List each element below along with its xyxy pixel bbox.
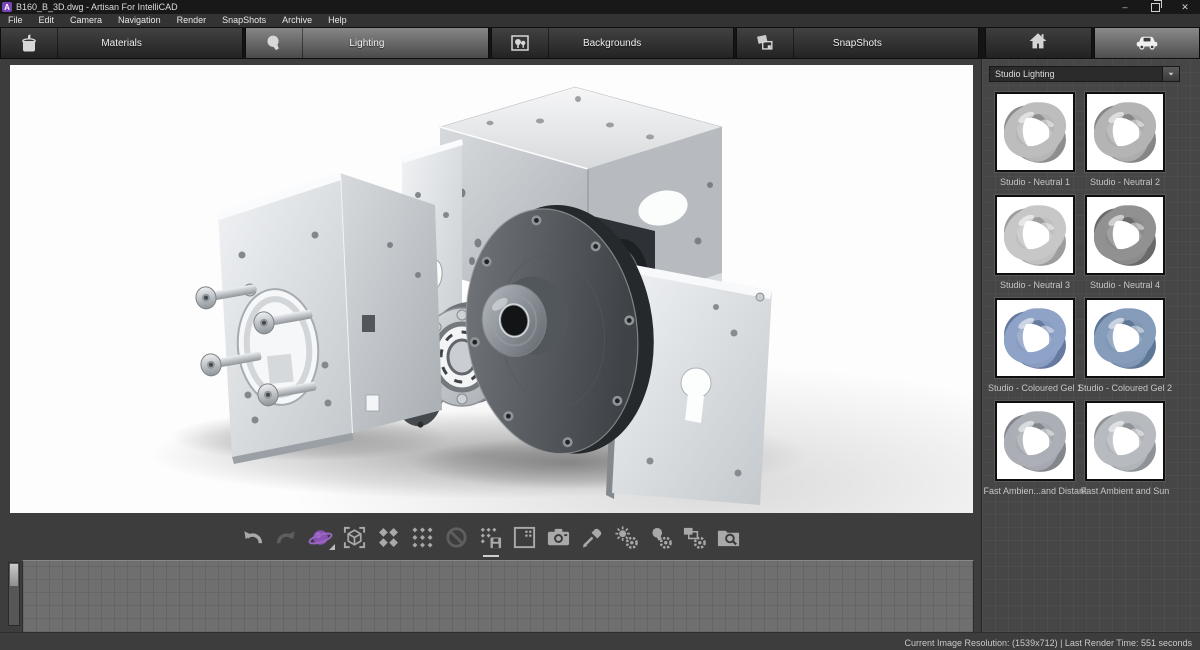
menu-edit[interactable]: Edit [31,14,63,27]
vehicle-button[interactable] [1094,27,1200,59]
lighting-preset-5[interactable]: Studio - Coloured Gel 1 [994,298,1076,393]
close-button[interactable]: ✕ [1170,0,1200,14]
menu-archive[interactable]: Archive [274,14,320,27]
snapshot-filmstrip[interactable] [22,560,974,633]
statusbar: Current Image Resolution: (1539x712) | L… [0,632,1200,650]
tab-label: Backgrounds [583,38,641,49]
lighting-thumbnail-grid: Studio - Neutral 1 Studio - Neutral 2 Stud… [994,92,1166,496]
lighting-preset-label: Studio - Neutral 4 [1090,280,1160,290]
menu-camera[interactable]: Camera [62,14,110,27]
tab-backgrounds[interactable]: Backgrounds [491,27,734,59]
landscape-image-icon [492,28,549,58]
maximize-button[interactable] [1140,0,1170,14]
save-render-icon[interactable] [478,524,504,550]
menubar: FileEditCameraNavigationRenderSnapShotsA… [0,14,1200,28]
redo-icon[interactable] [274,524,300,550]
lighting-preset-thumbnail[interactable] [1085,298,1165,378]
render-image [10,65,973,513]
window-title: B160_B_3D.dwg - Artisan For IntelliCAD [16,2,178,12]
tab-label: SnapShots [833,38,882,49]
lighting-preset-thumbnail[interactable] [995,401,1075,481]
lighting-preset-thumbnail[interactable] [995,298,1075,378]
lighting-preset-3[interactable]: Studio - Neutral 3 [994,195,1076,290]
tab-label: Lighting [349,38,384,49]
scene-settings-icon[interactable] [682,524,708,550]
window-controls: – ✕ [1110,0,1200,14]
lighting-preset-thumbnail[interactable] [1085,92,1165,172]
car-icon [1135,30,1159,57]
artisan-logo-icon: A [2,2,12,12]
tab-snapshots[interactable]: SnapShots [736,27,979,59]
lighting-preset-label: Fast Ambient and Sun [1081,486,1170,496]
render-planet-icon[interactable] [308,524,334,550]
maximize-icon [1151,3,1160,12]
undo-icon[interactable] [240,524,266,550]
menu-file[interactable]: File [0,14,31,27]
image-size-icon[interactable] [512,524,538,550]
lighting-sidebar: Studio Lighting Studio - Neutral 1Studio… [981,59,1200,632]
lighting-preset-1[interactable]: Studio - Neutral 1 [994,92,1076,187]
strip-scrollbar-thumb[interactable] [10,564,18,586]
eyedropper-icon[interactable] [580,524,606,550]
lighting-preset-label: Studio - Neutral 2 [1090,177,1160,187]
lighting-preset-thumbnail[interactable] [995,195,1075,275]
dropdown-value: Studio Lighting [990,69,1162,79]
paint-can-icon [1,28,58,58]
tab-label: Materials [101,38,142,49]
lighting-preset-2[interactable]: Studio - Neutral 2 [1084,92,1166,187]
lighting-preset-label: Studio - Neutral 3 [1000,280,1070,290]
lighting-preset-7[interactable]: Fast Ambien...and Distant [994,401,1076,496]
render-toolbar [0,516,981,558]
lighting-preset-4[interactable]: Studio - Neutral 4 [1084,195,1166,290]
titlebar: A B160_B_3D.dwg - Artisan For IntelliCAD… [0,0,1200,14]
tab-materials[interactable]: Materials [0,27,243,59]
lighting-preset-8[interactable]: Fast Ambient and Sun [1084,401,1166,496]
snapshot-camera-icon[interactable] [546,524,572,550]
lighting-preset-thumbnail[interactable] [1085,401,1165,481]
lighting-preset-6[interactable]: Studio - Coloured Gel 2 [1084,298,1166,393]
lighting-preset-label: Studio - Neutral 1 [1000,177,1070,187]
lighting-preset-dropdown[interactable]: Studio Lighting [989,66,1180,82]
render-cancel-icon[interactable] [444,524,470,550]
lighting-preset-thumbnail[interactable] [995,92,1075,172]
tab-lighting[interactable]: Lighting [245,27,488,59]
status-text: Current Image Resolution: (1539x712) | L… [905,638,1200,648]
render-region-cube-icon[interactable] [342,524,368,550]
minimize-button[interactable]: – [1110,0,1140,14]
lighting-preset-label: Studio - Coloured Gel 1 [988,383,1082,393]
menu-help[interactable]: Help [320,14,355,27]
lighting-preset-label: Studio - Coloured Gel 2 [1078,383,1172,393]
light-bulb-icon [246,28,303,58]
render-viewport[interactable] [10,65,973,513]
ribbon-tabs: Materials Lighting Backgrounds SnapShots [0,27,979,59]
lighting-preset-label: Fast Ambien...and Distant [983,486,1086,496]
chevron-down-icon[interactable] [1162,67,1179,81]
photo-stack-icon [737,28,794,58]
home-icon [1026,30,1050,57]
render-diamonds-icon[interactable] [376,524,402,550]
lamp-settings-icon[interactable] [648,524,674,550]
strip-scrollbar[interactable] [8,562,20,626]
ribbon-corner-buttons [985,27,1200,59]
menu-snapshots[interactable]: SnapShots [214,14,274,27]
render-dot-grid-icon[interactable] [410,524,436,550]
sun-settings-icon[interactable] [614,524,640,550]
browse-renders-icon[interactable] [716,524,742,550]
lighting-preset-thumbnail[interactable] [1085,195,1165,275]
ribbon-tab-bar: Materials Lighting Backgrounds SnapShots [0,27,1200,59]
home-button[interactable] [985,27,1092,59]
menu-render[interactable]: Render [169,14,215,27]
menu-navigation[interactable]: Navigation [110,14,169,27]
